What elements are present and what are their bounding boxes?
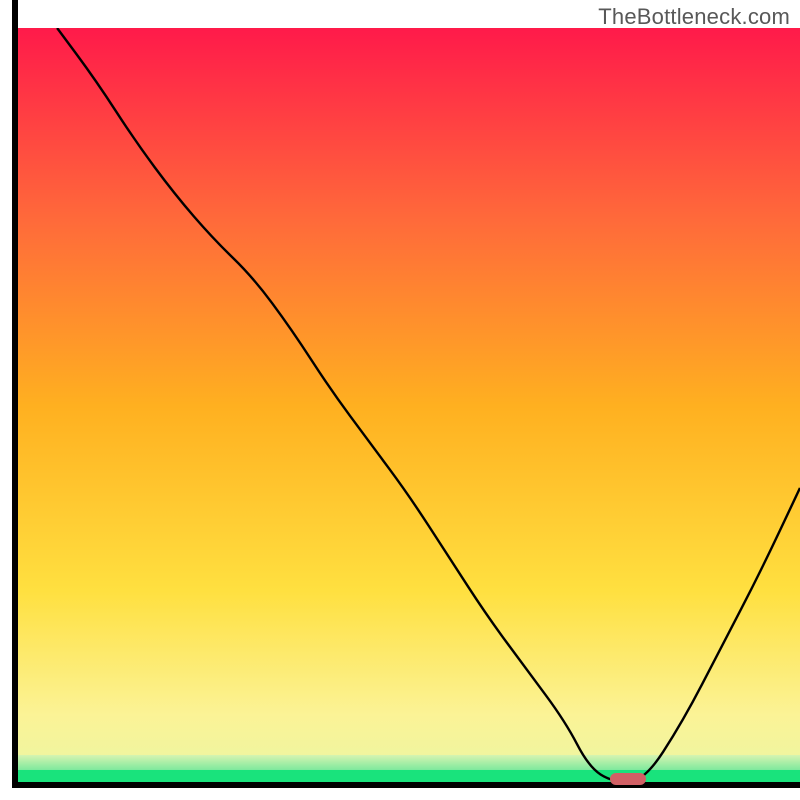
plot-area [18, 28, 800, 782]
watermark-text: TheBottleneck.com [598, 4, 790, 30]
band-green [18, 770, 800, 782]
band-pale-yellow [18, 715, 800, 755]
x-axis [12, 782, 800, 788]
chart-container: TheBottleneck.com [0, 0, 800, 800]
band-light-green [18, 755, 800, 770]
optimal-marker [610, 773, 646, 785]
background-gradient [18, 28, 800, 782]
